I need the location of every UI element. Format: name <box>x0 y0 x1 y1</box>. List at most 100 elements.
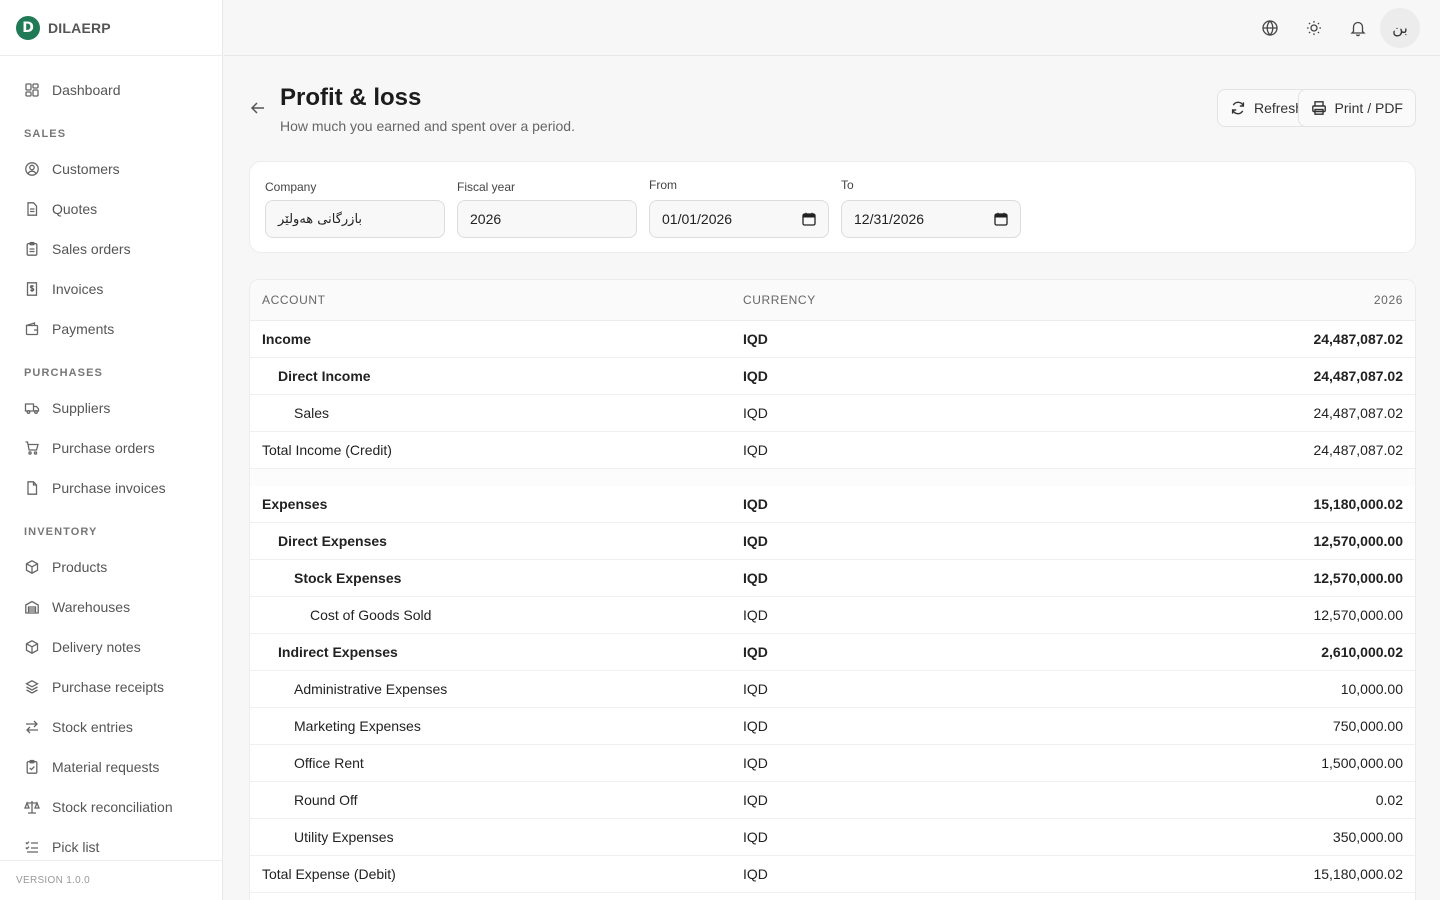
sidebar-item-quotes[interactable]: Quotes <box>0 189 222 229</box>
table-row[interactable]: Indirect Expenses IQD 2,610,000.02 <box>250 634 1415 671</box>
refresh-button-label: Refresh <box>1253 100 1303 116</box>
from-date-field: From 01/01/2026 <box>649 178 829 238</box>
print-pdf-button[interactable]: Print / PDF <box>1297 89 1416 127</box>
currency-cell: IQD <box>743 681 768 697</box>
sidebar-item-dashboard[interactable]: Dashboard <box>0 70 222 110</box>
page-subtitle: How much you earned and spent over a per… <box>280 118 575 134</box>
currency-cell: IQD <box>743 533 768 549</box>
sidebar-section-purchases: PURCHASES <box>24 367 103 379</box>
column-header-currency[interactable]: CURRENCY <box>743 293 1243 307</box>
sidebar-item-invoices[interactable]: Invoices <box>0 269 222 309</box>
sidebar-item-label: Quotes <box>52 201 98 217</box>
account-cell: Cost of Goods Sold <box>310 607 432 623</box>
sidebar-item-customers[interactable]: Customers <box>0 149 222 189</box>
currency-cell: IQD <box>743 607 768 623</box>
company-field: Company بازرگانی هەولێر <box>265 180 445 238</box>
dashboard-icon <box>24 82 40 98</box>
table-row[interactable]: Stock Expenses IQD 12,570,000.00 <box>250 560 1415 597</box>
sidebar-item-label: Warehouses <box>52 599 131 615</box>
table-row[interactable]: Office Rent IQD 1,500,000.00 <box>250 745 1415 782</box>
table-row[interactable]: Cost of Goods Sold IQD 12,570,000.00 <box>250 597 1415 634</box>
from-date-input[interactable]: 01/01/2026 <box>649 200 829 238</box>
back-arrow-icon[interactable] <box>248 98 268 118</box>
warehouse-icon <box>24 599 40 615</box>
table-row[interactable]: Expenses IQD 15,180,000.02 <box>250 486 1415 523</box>
main-content: Profit & loss How much you earned and sp… <box>224 56 1440 900</box>
amount-cell: 350,000.00 <box>1332 829 1403 845</box>
company-label: Company <box>265 180 317 194</box>
sun-icon[interactable] <box>1300 14 1328 42</box>
clipboard-icon <box>24 241 40 257</box>
account-cell: Stock Expenses <box>294 570 402 586</box>
sidebar-item-suppliers[interactable]: Suppliers <box>0 388 222 428</box>
table-row[interactable]: Round Off IQD 0.02 <box>250 782 1415 819</box>
sidebar-item-products[interactable]: Products <box>0 547 222 587</box>
avatar[interactable]: بن <box>1380 8 1420 48</box>
clipboard-check-icon <box>24 759 40 775</box>
sidebar-item-purchase-invoices[interactable]: Purchase invoices <box>0 468 222 508</box>
account-cell: Indirect Expenses <box>278 644 398 660</box>
table-row[interactable]: Total Expense (Debit) IQD 15,180,000.02 <box>250 856 1415 893</box>
wallet-icon <box>24 321 40 337</box>
brand-logo: D <box>16 15 40 40</box>
brand[interactable]: D DILAERP <box>0 0 222 56</box>
amount-cell: 12,570,000.00 <box>1313 533 1403 549</box>
account-cell: Direct Income <box>278 368 371 384</box>
checklist-icon <box>24 839 40 855</box>
from-date-value: 01/01/2026 <box>662 211 733 227</box>
amount-cell: 10,000.00 <box>1340 681 1403 697</box>
account-cell: Utility Expenses <box>294 829 394 845</box>
column-header-period[interactable]: 2026 <box>1254 293 1415 307</box>
amount-cell: 1,500,000.00 <box>1321 755 1403 771</box>
table-row[interactable]: Administrative Expenses IQD 10,000.00 <box>250 671 1415 708</box>
amount-cell: 750,000.00 <box>1332 718 1403 734</box>
bell-icon[interactable] <box>1344 14 1372 42</box>
calendar-icon[interactable] <box>994 212 1008 226</box>
sidebar-item-purchase-receipts[interactable]: Purchase receipts <box>0 667 222 707</box>
sidebar-item-material-requests[interactable]: Material requests <box>0 747 222 787</box>
table-header: ACCOUNT CURRENCY 2026 <box>250 280 1415 321</box>
sidebar-item-label: Dashboard <box>52 82 121 98</box>
sidebar-item-label: Sales orders <box>52 241 131 257</box>
truck-icon <box>24 400 40 416</box>
sidebar-item-label: Products <box>52 559 108 575</box>
cart-icon <box>24 440 40 456</box>
sidebar-item-label: Invoices <box>52 281 104 297</box>
amount-cell: 24,487,087.02 <box>1313 368 1403 384</box>
version-label: VERSION 1.0.0 <box>0 860 222 900</box>
sidebar-item-sales-orders[interactable]: Sales orders <box>0 229 222 269</box>
calendar-icon[interactable] <box>802 212 816 226</box>
to-date-input[interactable]: 12/31/2026 <box>841 200 1021 238</box>
table-row[interactable]: Direct Income IQD 24,487,087.02 <box>250 358 1415 395</box>
invoice-icon <box>24 281 40 297</box>
sidebar-item-payments[interactable]: Payments <box>0 309 222 349</box>
table-row[interactable]: Marketing Expenses IQD 750,000.00 <box>250 708 1415 745</box>
globe-icon[interactable] <box>1256 14 1284 42</box>
sidebar-item-stock-entries[interactable]: Stock entries <box>0 707 222 747</box>
table-row[interactable]: Income IQD 24,487,087.02 <box>250 321 1415 358</box>
amount-cell: 24,487,087.02 <box>1313 405 1403 421</box>
sidebar-item-label: Purchase invoices <box>52 480 166 496</box>
sidebar-item-stock-reconciliation[interactable]: Stock reconciliation <box>0 787 222 827</box>
column-header-account[interactable]: ACCOUNT <box>250 293 743 307</box>
table-row[interactable]: Utility Expenses IQD 350,000.00 <box>250 819 1415 856</box>
table-row[interactable]: Sales IQD 24,487,087.02 <box>250 395 1415 432</box>
table-row[interactable]: Direct Expenses IQD 12,570,000.00 <box>250 523 1415 560</box>
sidebar-item-delivery-notes[interactable]: Delivery notes <box>0 627 222 667</box>
fiscal-year-select[interactable]: 2026 <box>457 200 637 238</box>
sidebar-section-inventory: INVENTORY <box>24 526 98 538</box>
table-row[interactable]: Total Income (Credit) IQD 24,487,087.02 <box>250 432 1415 469</box>
company-select[interactable]: بازرگانی هەولێر <box>265 200 445 238</box>
arrows-swap-icon <box>24 719 40 735</box>
sidebar-item-label: Stock entries <box>52 719 133 735</box>
scale-icon <box>24 799 40 815</box>
sidebar-item-purchase-orders[interactable]: Purchase orders <box>0 428 222 468</box>
currency-cell: IQD <box>743 496 768 512</box>
currency-cell: IQD <box>743 405 768 421</box>
sidebar-item-warehouses[interactable]: Warehouses <box>0 587 222 627</box>
account-cell: Round Off <box>294 792 358 808</box>
currency-cell: IQD <box>743 331 768 347</box>
sidebar-item-label: Payments <box>52 321 115 337</box>
account-cell: Administrative Expenses <box>294 681 448 697</box>
currency-cell: IQD <box>743 718 768 734</box>
